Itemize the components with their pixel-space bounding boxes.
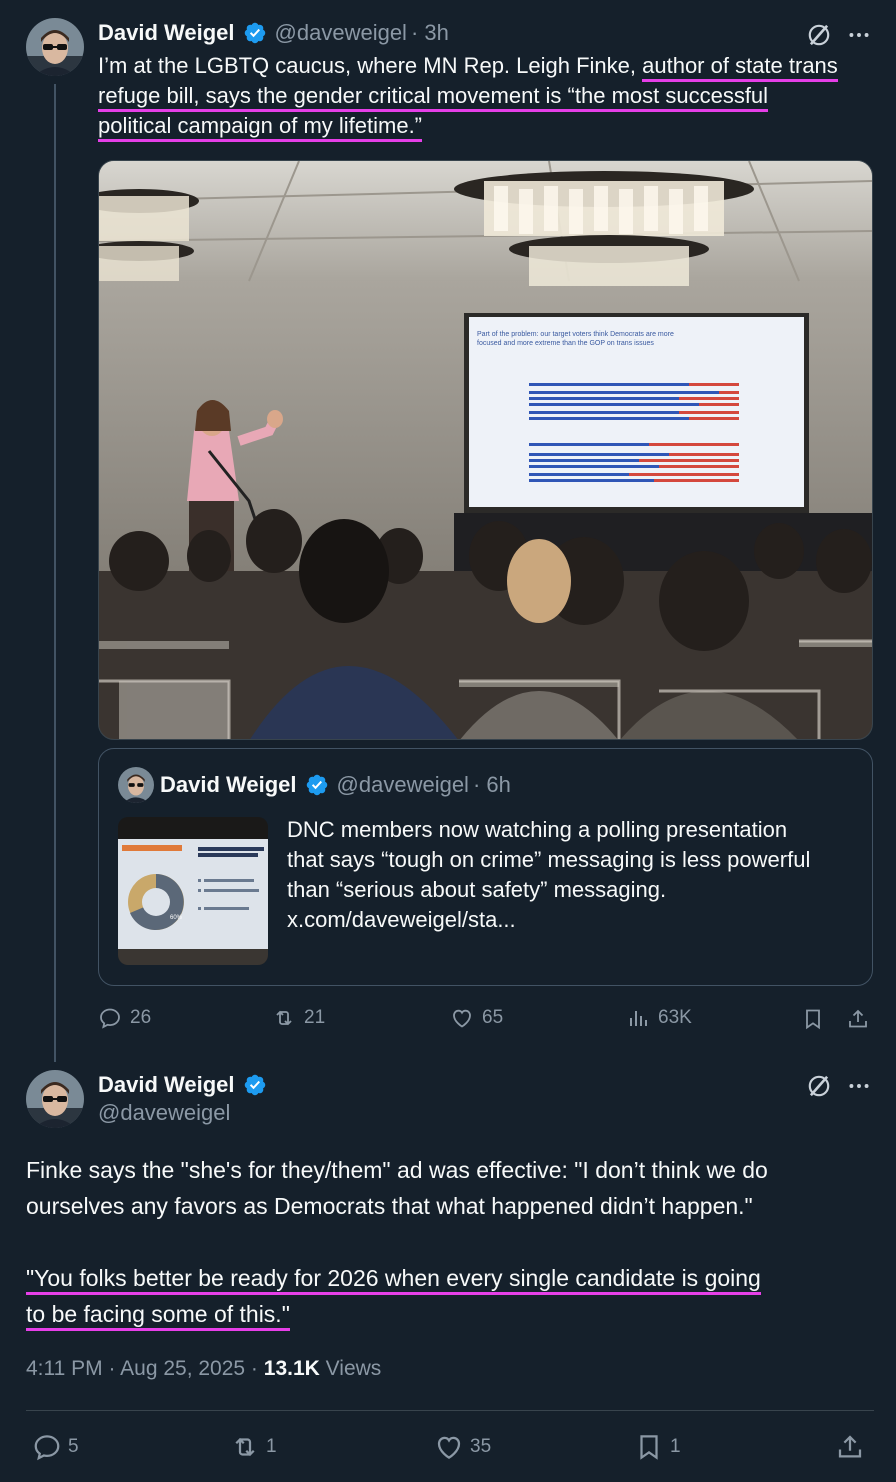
quote-thumbnail: 60%	[118, 817, 268, 965]
tweet-text: I’m at the LGBTQ caucus, where MN Rep. L…	[98, 51, 878, 142]
svg-text:focused and more extreme than: focused and more extreme than the GOP on…	[477, 340, 654, 347]
reply-icon	[32, 1432, 62, 1462]
like-icon	[434, 1432, 464, 1462]
views-icon	[626, 1006, 650, 1030]
tweet-meta: 4:11 PM · Aug 25, 2025 · 13.1K Views	[26, 1357, 381, 1381]
quote-author-handle: @daveweigel	[336, 772, 469, 797]
like-count: 35	[470, 1436, 492, 1457]
views-count: 13.1K	[263, 1357, 320, 1380]
verified-badge-icon	[305, 773, 329, 797]
tweet-header: David Weigel @daveweigel · 3h	[98, 18, 449, 48]
slide-title: Part of the problem: our target voters t…	[477, 331, 674, 338]
tweet-text: Finke says the "she's for they/them" ad …	[26, 1152, 886, 1332]
tweet-text-highlight: "You folks better be ready for 2026 when…	[26, 1265, 761, 1295]
grok-icon[interactable]	[806, 1073, 832, 1099]
like-button[interactable]: 65	[450, 1006, 503, 1030]
quote-author-name: David Weigel	[160, 772, 297, 797]
author-name[interactable]: David Weigel	[98, 1072, 235, 1098]
share-icon[interactable]	[846, 1007, 870, 1031]
reply-count: 5	[68, 1436, 79, 1457]
like-icon	[450, 1006, 474, 1030]
reply-count: 26	[130, 1007, 152, 1028]
tweet-text-plain: I’m at the LGBTQ caucus, where MN Rep. L…	[98, 53, 643, 78]
reply-icon	[98, 1006, 122, 1030]
verified-badge-icon	[243, 1073, 267, 1097]
tweet-text-line: Finke says the "she's for they/them" ad …	[26, 1157, 768, 1183]
views-count: 63K	[658, 1007, 692, 1028]
repost-icon	[272, 1006, 296, 1030]
thread-line	[54, 84, 56, 1062]
quote-header: David Weigel @daveweigel · 6h	[160, 770, 511, 800]
author-avatar[interactable]	[26, 1070, 84, 1128]
quote-text-line: that says “tough on crime” messaging is …	[287, 847, 811, 872]
quote-link[interactable]: x.com/daveweigel/sta...	[287, 905, 857, 935]
grok-icon[interactable]	[806, 22, 832, 48]
bookmark-count: 1	[670, 1436, 681, 1457]
quote-text-line: than “serious about safety” messaging.	[287, 877, 667, 902]
views-button[interactable]: 63K	[626, 1006, 692, 1030]
author-handle[interactable]: @daveweigel	[275, 20, 407, 46]
thumbnail-percent-label: 60%	[170, 915, 183, 921]
tweet-text-line: ourselves any favors as Democrats that w…	[26, 1193, 753, 1219]
quote-author-avatar	[118, 767, 154, 803]
verified-badge-icon	[243, 21, 267, 45]
tweet-text-highlight: to be facing some of this."	[26, 1301, 290, 1331]
bookmark-icon	[634, 1432, 664, 1462]
quote-time: · 6h	[472, 772, 511, 797]
like-button[interactable]: 35	[434, 1432, 491, 1462]
bookmark-icon[interactable]	[801, 1007, 825, 1031]
quote-text: DNC members now watching a polling prese…	[287, 815, 857, 935]
repost-count: 21	[304, 1007, 326, 1028]
repost-icon	[230, 1432, 260, 1462]
tweet-timestamp[interactable]: 4:11 PM · Aug 25, 2025 ·	[26, 1357, 264, 1380]
tweet-photo[interactable]: Part of the problem: our target voters t…	[98, 160, 873, 740]
tweet-text-highlight: refuge bill, says the gender critical mo…	[98, 83, 769, 112]
tweet-text-highlight: political campaign of my lifetime.”	[98, 113, 423, 142]
more-icon[interactable]	[846, 22, 872, 48]
tweet-text-highlight: author of state trans	[642, 53, 838, 82]
quote-text-line: DNC members now watching a polling prese…	[287, 817, 788, 842]
tweet-time[interactable]: · 3h	[411, 20, 449, 46]
tweet-header: David Weigel	[98, 1070, 267, 1100]
divider	[26, 1410, 874, 1411]
reply-button[interactable]: 26	[98, 1006, 151, 1030]
more-icon[interactable]	[846, 1073, 872, 1099]
reply-button[interactable]: 5	[32, 1432, 79, 1462]
repost-button[interactable]: 21	[272, 1006, 325, 1030]
views-label: Views	[319, 1357, 382, 1380]
author-name[interactable]: David Weigel	[98, 20, 235, 46]
author-avatar[interactable]	[26, 18, 84, 76]
like-count: 65	[482, 1007, 504, 1028]
bookmark-button[interactable]: 1	[634, 1432, 681, 1462]
repost-count: 1	[266, 1436, 277, 1457]
author-handle[interactable]: @daveweigel	[98, 1100, 230, 1126]
share-icon[interactable]	[835, 1432, 865, 1462]
repost-button[interactable]: 1	[230, 1432, 277, 1462]
